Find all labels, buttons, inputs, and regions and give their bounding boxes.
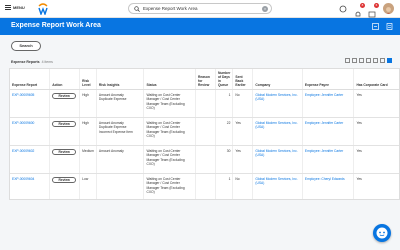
- top-bar: MENU Expense Report Work Area × 8 6: [0, 0, 400, 18]
- status: Waiting on Cost Center Manager / Cost Cen…: [143, 89, 196, 118]
- filter-icon[interactable]: [359, 58, 364, 63]
- payee-link[interactable]: Employee: Jennifer Carter: [302, 117, 355, 146]
- company-link[interactable]: Global Modern Services, Inc. (USA): [252, 145, 303, 174]
- sent-back-earlier: No: [232, 173, 254, 199]
- corporate-card: Yes: [353, 145, 399, 174]
- report-count: 4 items: [41, 60, 53, 64]
- export-icon[interactable]: [372, 23, 379, 30]
- export-excel-icon[interactable]: [345, 58, 350, 63]
- review-button[interactable]: Review: [52, 177, 77, 183]
- search-icon: [134, 6, 140, 12]
- payee-link[interactable]: Employee: Jennifer Carter: [302, 145, 355, 174]
- table-row: EXP-00009602 Review Medium Amount Anomal…: [10, 145, 399, 174]
- risk-level: Medium: [79, 145, 97, 174]
- status: Waiting on Cost Center Manager / Cost Cen…: [143, 117, 196, 146]
- search-value: Expense Report Work Area: [143, 6, 198, 11]
- column-header[interactable]: Sent Back Earlier: [232, 69, 254, 90]
- sent-back-earlier: No: [232, 89, 254, 118]
- payee-link[interactable]: Employee: Jennifer Carter: [302, 89, 355, 118]
- reason-for-review: [195, 145, 216, 174]
- expense-report-link[interactable]: EXP-00009602: [10, 145, 51, 174]
- status: Waiting on Cost Center Manager / Cost Cen…: [143, 145, 196, 174]
- columns-icon[interactable]: [366, 58, 371, 63]
- notifications-button[interactable]: 8: [354, 3, 365, 17]
- chart-view-icon[interactable]: [380, 58, 385, 63]
- fullscreen-icon[interactable]: [373, 58, 378, 63]
- risk-insights: Amount Anomaly Duplicate Expense Incorrect…: [96, 117, 145, 146]
- inbox-button[interactable]: 6: [368, 3, 379, 18]
- column-header[interactable]: Status: [143, 69, 196, 90]
- table-row: EXP-00009600 Review High Amount Anomaly D…: [10, 117, 399, 146]
- reason-for-review: [195, 117, 216, 146]
- inbox-icon: [368, 11, 376, 18]
- print-icon[interactable]: [352, 58, 357, 63]
- menu-icon: [5, 5, 11, 10]
- status: Waiting on Cost Center Manager / Cost Cen…: [143, 173, 196, 199]
- company-link[interactable]: Global Modern Services, Inc. (USA): [252, 173, 303, 199]
- search-button[interactable]: Search: [11, 41, 41, 51]
- menu-button[interactable]: MENU: [5, 5, 25, 10]
- risk-level: Low: [79, 173, 97, 199]
- table-header-row: Expense Report Action Risk Level Risk In…: [10, 69, 399, 90]
- reason-for-review: [195, 173, 216, 199]
- page-header: Expense Report Work Area: [0, 18, 400, 35]
- risk-insights: [96, 173, 145, 199]
- global-search-input[interactable]: Expense Report Work Area ×: [128, 3, 272, 14]
- company-link[interactable]: Global Modern Services, Inc. (USA): [252, 117, 303, 146]
- days-in-queue: 22: [215, 117, 234, 146]
- column-header[interactable]: Has Corporate Card: [353, 69, 399, 90]
- menu-label: MENU: [13, 5, 25, 10]
- corporate-card: Yes: [353, 173, 399, 199]
- column-header[interactable]: Action: [49, 69, 81, 90]
- table-view-icon[interactable]: [387, 58, 392, 63]
- page-title: Expense Report Work Area: [11, 22, 101, 29]
- review-button[interactable]: Review: [52, 149, 77, 155]
- notifications-badge: 8: [360, 3, 365, 8]
- inbox-badge: 6: [374, 3, 379, 8]
- expense-report-link[interactable]: EXP-00009604: [10, 173, 51, 199]
- column-header[interactable]: Expense Payee: [302, 69, 355, 90]
- review-button[interactable]: Review: [52, 121, 77, 127]
- table-row: EXP-00009604 Review Low Waiting on Cost …: [10, 173, 399, 199]
- sent-back-earlier: Yes: [232, 145, 254, 174]
- notifications-icon: [355, 11, 361, 17]
- company-link[interactable]: Global Modern Services, Inc. (USA): [252, 89, 303, 118]
- risk-level: High: [79, 117, 97, 146]
- risk-insights: Amount Anomaly: [96, 145, 145, 174]
- clear-icon[interactable]: ×: [262, 6, 268, 12]
- related-actions-icon[interactable]: [386, 23, 393, 30]
- corporate-card: Yes: [353, 117, 399, 146]
- report-title: Expense Reports: [11, 60, 40, 64]
- reason-for-review: [195, 89, 216, 118]
- column-header[interactable]: Risk Level: [79, 69, 97, 90]
- column-header[interactable]: Expense Report: [10, 69, 51, 90]
- expense-report-link[interactable]: EXP-00009600: [10, 117, 51, 146]
- workday-logo-icon[interactable]: [38, 3, 48, 15]
- payee-link[interactable]: Employee: Cheryl Edwards: [302, 173, 355, 199]
- days-in-queue: 1: [215, 89, 234, 118]
- report-label: Expense Reports 4 items: [11, 60, 53, 64]
- risk-insights: Amount Anomaly Duplicate Expense: [96, 89, 145, 118]
- assistant-button[interactable]: [373, 224, 391, 242]
- column-header[interactable]: Reason for Review: [195, 69, 216, 90]
- column-header[interactable]: Risk Insights: [96, 69, 145, 90]
- avatar[interactable]: [383, 3, 394, 14]
- expense-report-link[interactable]: EXP-00009605: [10, 89, 51, 118]
- risk-level: High: [79, 89, 97, 118]
- column-header[interactable]: Company: [252, 69, 303, 90]
- days-in-queue: 1: [215, 173, 234, 199]
- review-button[interactable]: Review: [52, 93, 77, 99]
- corporate-card: Yes: [353, 89, 399, 118]
- days-in-queue: 30: [215, 145, 234, 174]
- column-header[interactable]: Number of Days in Queue: [215, 69, 234, 90]
- expense-reports-table: Expense Report Action Risk Level Risk In…: [9, 68, 400, 200]
- assistant-icon: [376, 227, 388, 239]
- table-row: EXP-00009605 Review High Amount Anomaly D…: [10, 89, 399, 118]
- sent-back-earlier: Yes: [232, 117, 254, 146]
- table-toolbar: [345, 58, 392, 63]
- chat-icon[interactable]: [339, 5, 347, 13]
